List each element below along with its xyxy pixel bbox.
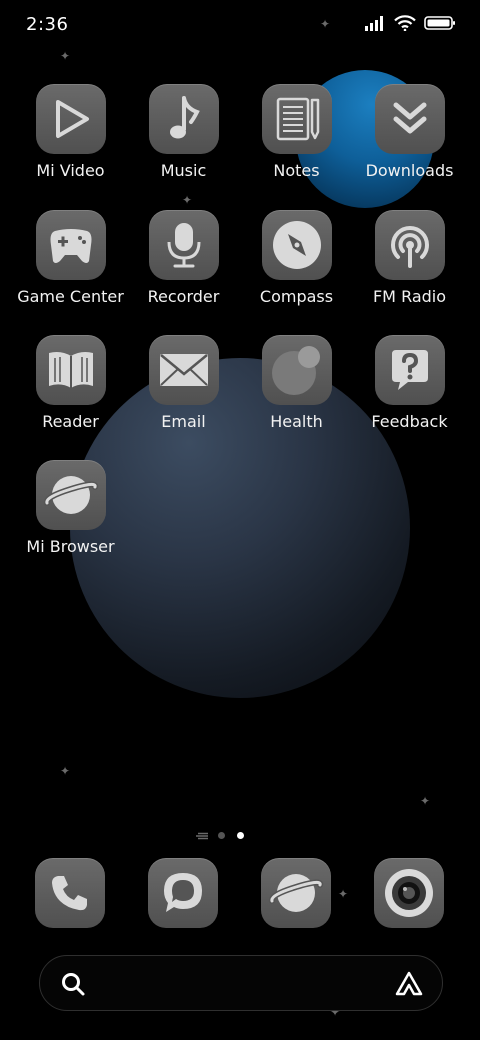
assistant-icon[interactable] xyxy=(394,970,424,998)
phone-icon xyxy=(52,876,87,911)
app-music[interactable]: Music xyxy=(127,84,240,180)
music-note-icon xyxy=(169,96,200,139)
status-bar: 2:36 xyxy=(0,0,480,50)
app-notes[interactable]: Notes xyxy=(240,84,353,180)
page-dot-1[interactable] xyxy=(218,832,225,839)
app-mi-video[interactable]: Mi Video xyxy=(14,84,127,180)
mi-browser-tile[interactable] xyxy=(35,460,106,530)
recorder-tile[interactable] xyxy=(148,210,219,280)
dock-browser[interactable] xyxy=(261,858,331,928)
browser-icon xyxy=(268,874,324,912)
cellular-signal-icon xyxy=(365,16,383,31)
gamepad-icon xyxy=(50,229,91,263)
feedback-tile[interactable] xyxy=(374,335,445,405)
app-label: Feedback xyxy=(371,412,448,431)
app-label: Health xyxy=(270,412,323,431)
app-label: FM Radio xyxy=(372,287,447,306)
envelope-icon xyxy=(159,354,208,386)
app-reader[interactable]: Reader xyxy=(14,335,127,431)
dock-camera[interactable] xyxy=(374,858,444,928)
music-tile[interactable] xyxy=(148,84,219,154)
app-recorder[interactable]: Recorder xyxy=(127,210,240,306)
star-icon: ✦ xyxy=(60,49,71,63)
page-indicator[interactable] xyxy=(0,830,480,842)
app-label: Mi Video xyxy=(36,161,105,180)
health-circles-icon xyxy=(271,346,320,395)
app-label: Game Center xyxy=(17,287,124,306)
app-feedback[interactable]: Feedback xyxy=(353,335,466,431)
app-health[interactable]: Health xyxy=(240,335,353,431)
status-time: 2:36 xyxy=(26,14,69,35)
app-game-center[interactable]: Game Center xyxy=(14,210,127,306)
app-label: Recorder xyxy=(147,287,220,306)
app-fm-radio[interactable]: FM Radio xyxy=(353,210,466,306)
compass-tile[interactable] xyxy=(261,210,332,280)
planet-browser-icon xyxy=(43,476,98,514)
star-icon: ✦ xyxy=(338,887,349,901)
app-label: Email xyxy=(161,412,206,431)
star-icon: ✦ xyxy=(420,794,431,808)
reader-tile[interactable] xyxy=(35,335,106,405)
wifi-icon xyxy=(394,15,416,31)
compass-icon xyxy=(272,221,321,269)
app-label: Music xyxy=(160,161,207,180)
microphone-icon xyxy=(167,223,200,268)
double-chevron-down-icon xyxy=(393,102,426,134)
question-bubble-icon xyxy=(391,350,428,390)
radio-waves-icon xyxy=(390,225,429,268)
email-tile[interactable] xyxy=(148,335,219,405)
search-bar[interactable] xyxy=(39,955,443,1011)
app-label: Mi Browser xyxy=(26,537,115,556)
notes-tile[interactable] xyxy=(261,84,332,154)
status-icons xyxy=(364,15,456,31)
notepad-icon xyxy=(276,97,319,141)
star-icon: ✦ xyxy=(60,764,71,778)
fm-radio-tile[interactable] xyxy=(374,210,445,280)
app-label: Notes xyxy=(273,161,320,180)
mi-video-tile[interactable] xyxy=(35,84,106,154)
app-compass[interactable]: Compass xyxy=(240,210,353,306)
swipe-shortcut-icon xyxy=(196,832,208,840)
downloads-tile[interactable] xyxy=(374,84,445,154)
app-label: Reader xyxy=(42,412,99,431)
app-mi-browser[interactable]: Mi Browser xyxy=(14,460,127,556)
star-icon: ✦ xyxy=(182,193,193,207)
app-email[interactable]: Email xyxy=(127,335,240,431)
camera-icon xyxy=(385,869,433,917)
page-dot-2-active[interactable] xyxy=(237,832,244,839)
dock-phone[interactable] xyxy=(35,858,105,928)
open-book-icon xyxy=(48,352,93,388)
app-downloads[interactable]: Downloads xyxy=(353,84,466,180)
app-label: Downloads xyxy=(365,161,454,180)
app-label: Compass xyxy=(259,287,334,306)
search-icon[interactable] xyxy=(60,971,86,997)
game-center-tile[interactable] xyxy=(35,210,106,280)
play-icon xyxy=(55,100,89,138)
health-tile[interactable] xyxy=(261,335,332,405)
messaging-icon xyxy=(164,873,202,912)
dock-messaging[interactable] xyxy=(148,858,218,928)
battery-icon xyxy=(424,16,455,30)
